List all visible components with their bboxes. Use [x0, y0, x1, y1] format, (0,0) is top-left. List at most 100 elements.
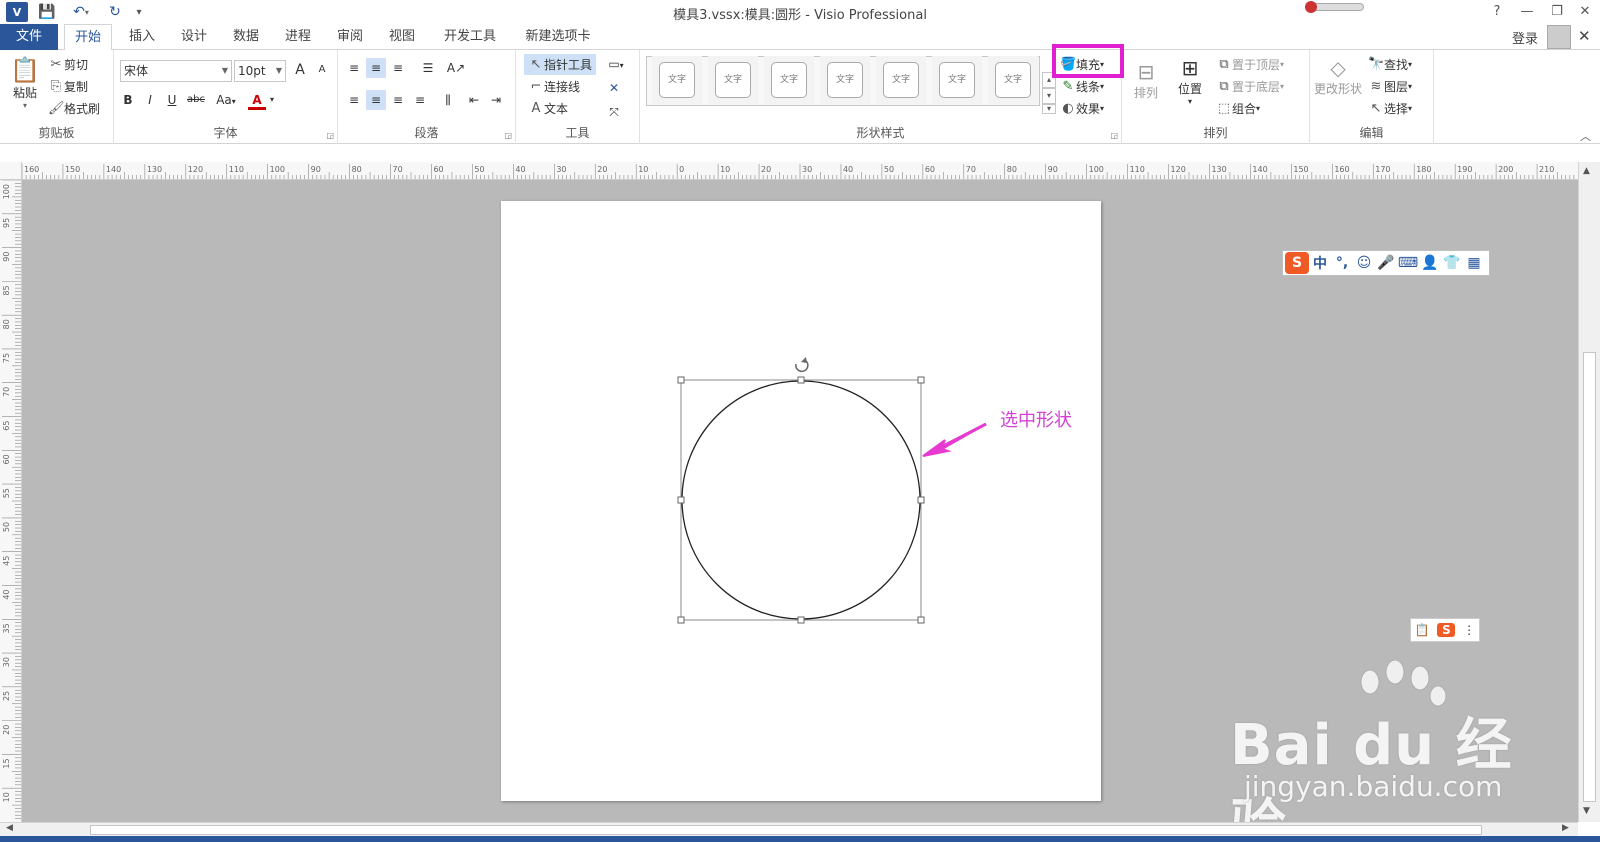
align-bottom-button[interactable]: ≡	[388, 58, 408, 78]
vertical-scroll-thumb[interactable]	[1583, 352, 1596, 802]
decrease-indent-button[interactable]: ⇤	[464, 90, 484, 110]
paste-button[interactable]: 📋 粘贴 ▾	[8, 56, 42, 110]
drawing-page[interactable]	[501, 201, 1101, 801]
font-family-combo[interactable]: 宋体 ▼	[120, 60, 232, 82]
collapse-ribbon-button[interactable]: ︿	[1580, 128, 1591, 144]
text-tool-button[interactable]: A 文本	[528, 100, 568, 117]
strikethrough-button[interactable]: abc	[184, 90, 208, 110]
font-dialog-launcher[interactable]: ◲	[326, 131, 334, 140]
resize-handle[interactable]	[917, 496, 925, 504]
horizontal-ruler[interactable]: 160 150 140 130 120 110 100 90 80 70 60 50 40 30 20 10 0…	[22, 162, 1578, 180]
gallery-more[interactable]: ▾	[1042, 104, 1056, 114]
close-icon[interactable]: ✕	[1578, 27, 1591, 45]
align-middle-button[interactable]: ≡	[366, 58, 386, 78]
ime-menu-icon[interactable]: ▦	[1463, 255, 1485, 271]
resize-handle[interactable]	[917, 616, 925, 624]
horizontal-scrollbar[interactable]: ◀ ▶	[0, 822, 1578, 836]
tab-design[interactable]: 设计	[170, 24, 218, 50]
resize-handle[interactable]	[677, 616, 685, 624]
layers-button[interactable]: ≋ 图层 ▾	[1368, 78, 1412, 95]
ime-punctuation-icon[interactable]: °,	[1331, 255, 1353, 271]
resize-handle[interactable]	[917, 376, 925, 384]
italic-button[interactable]: I	[140, 90, 160, 110]
close-button[interactable]: ✕	[1572, 2, 1598, 22]
align-button[interactable]: ⊟ 排列	[1134, 60, 1158, 101]
maximize-button[interactable]: ❐	[1544, 2, 1570, 22]
vertical-scrollbar[interactable]: ▲ ▼	[1578, 162, 1600, 822]
avatar[interactable]	[1547, 25, 1571, 49]
rotation-handle-icon[interactable]	[795, 357, 809, 373]
style-swatch[interactable]: 文字	[771, 62, 807, 98]
underline-button[interactable]: U	[162, 90, 182, 110]
tab-process[interactable]: 进程	[274, 24, 322, 50]
effect-button[interactable]: ◐ 效果 ▾	[1060, 100, 1104, 117]
tab-file[interactable]: 文件	[0, 24, 58, 50]
send-to-back-button[interactable]: ⧉ 置于底层 ▾	[1216, 78, 1284, 95]
tab-insert[interactable]: 插入	[118, 24, 166, 50]
sogou-logo-icon[interactable]: S	[1285, 252, 1309, 274]
scroll-down-icon[interactable]: ▼	[1583, 806, 1590, 816]
justify-button[interactable]: ≡	[410, 90, 430, 110]
font-color-button[interactable]: A	[248, 90, 266, 110]
connector-button[interactable]: ⌐ 连接线	[528, 78, 580, 95]
select-button[interactable]: ↖ 选择 ▾	[1368, 100, 1412, 117]
redo-button[interactable]: ↻	[104, 2, 126, 22]
horizontal-scroll-thumb[interactable]	[90, 825, 1482, 835]
gallery-scroll-down[interactable]: ▾	[1042, 88, 1056, 104]
help-button[interactable]: ?	[1484, 2, 1510, 22]
style-swatch[interactable]: 文字	[659, 62, 695, 98]
bold-button[interactable]: B	[118, 90, 138, 110]
rectangle-tool-button[interactable]: ▭▾	[602, 54, 630, 74]
text-direction-button[interactable]: A↗	[446, 58, 466, 78]
font-size-combo[interactable]: 10pt ▼	[234, 60, 286, 82]
tab-new[interactable]: 新建选项卡	[514, 24, 602, 50]
tab-view[interactable]: 视图	[378, 24, 426, 50]
delete-connector-icon[interactable]: ✕	[604, 78, 624, 98]
align-right-button[interactable]: ≡	[388, 90, 408, 110]
group-button[interactable]: ⬚ 组合 ▾	[1216, 100, 1260, 117]
sogou-mini-logo-icon[interactable]: S	[1437, 623, 1456, 637]
ime-emoji-icon[interactable]: ☺	[1353, 255, 1375, 271]
tab-review[interactable]: 审阅	[326, 24, 374, 50]
cut-button[interactable]: ✂ 剪切	[48, 56, 88, 73]
style-swatch[interactable]: 文字	[939, 62, 975, 98]
circle-shape[interactable]	[681, 380, 921, 620]
position-button[interactable]: ⊞ 位置 ▾	[1178, 56, 1202, 106]
change-shape-button[interactable]: ◇ 更改形状	[1314, 56, 1362, 97]
resize-handle[interactable]	[677, 376, 685, 384]
increase-indent-button[interactable]: ⇥	[486, 90, 506, 110]
font-color-dropdown[interactable]: ▾	[266, 90, 278, 110]
tab-data[interactable]: 数据	[222, 24, 270, 50]
pointer-tool-button[interactable]: ↖ 指针工具	[524, 54, 597, 75]
align-top-button[interactable]: ≡	[344, 58, 364, 78]
login-link[interactable]: 登录	[1512, 28, 1538, 47]
connection-point-icon[interactable]: ⤧	[604, 102, 624, 122]
line-button[interactable]: ✎ 线条 ▾	[1060, 78, 1104, 95]
ime-chinese-mode[interactable]: 中	[1309, 253, 1331, 273]
shrink-font-button[interactable]: A	[312, 60, 332, 80]
style-swatch[interactable]: 文字	[715, 62, 751, 98]
bullets-button[interactable]: ☰	[418, 58, 438, 78]
scroll-up-icon[interactable]: ▲	[1583, 166, 1590, 176]
customize-qat-button[interactable]: ▾	[132, 2, 146, 22]
ime-mini-dropdown-icon[interactable]: ⋮	[1463, 623, 1475, 637]
change-case-button[interactable]: Aa▾	[210, 90, 242, 110]
format-painter-button[interactable]: 🖌 格式刷	[48, 100, 100, 117]
ime-user-icon[interactable]: 👤	[1419, 255, 1441, 271]
tab-developer[interactable]: 开发工具	[432, 24, 508, 50]
style-swatch[interactable]: 文字	[995, 62, 1031, 98]
style-swatch[interactable]: 文字	[883, 62, 919, 98]
vertical-text-button[interactable]: ⫼	[438, 90, 458, 110]
copy-button[interactable]: ⎘ 复制	[48, 78, 88, 95]
vertical-ruler[interactable]: 100 95 90 85 80 75 70 65 60 55 50 45 40 35 30 25 20 15 10	[0, 180, 22, 822]
ime-skin-icon[interactable]: 👕	[1441, 255, 1463, 271]
paragraph-dialog-launcher[interactable]: ◲	[504, 131, 512, 140]
visio-app-icon[interactable]: V	[6, 2, 28, 22]
align-left-button[interactable]: ≡	[344, 90, 364, 110]
align-center-button[interactable]: ≡	[366, 90, 386, 110]
scroll-left-icon[interactable]: ◀	[6, 823, 13, 833]
bring-to-front-button[interactable]: ⧉ 置于顶层 ▾	[1216, 56, 1284, 73]
undo-button[interactable]: ↶ ▾	[66, 2, 96, 22]
find-button[interactable]: 🔭 查找 ▾	[1368, 56, 1412, 73]
ime-voice-icon[interactable]: 🎤	[1375, 255, 1397, 271]
